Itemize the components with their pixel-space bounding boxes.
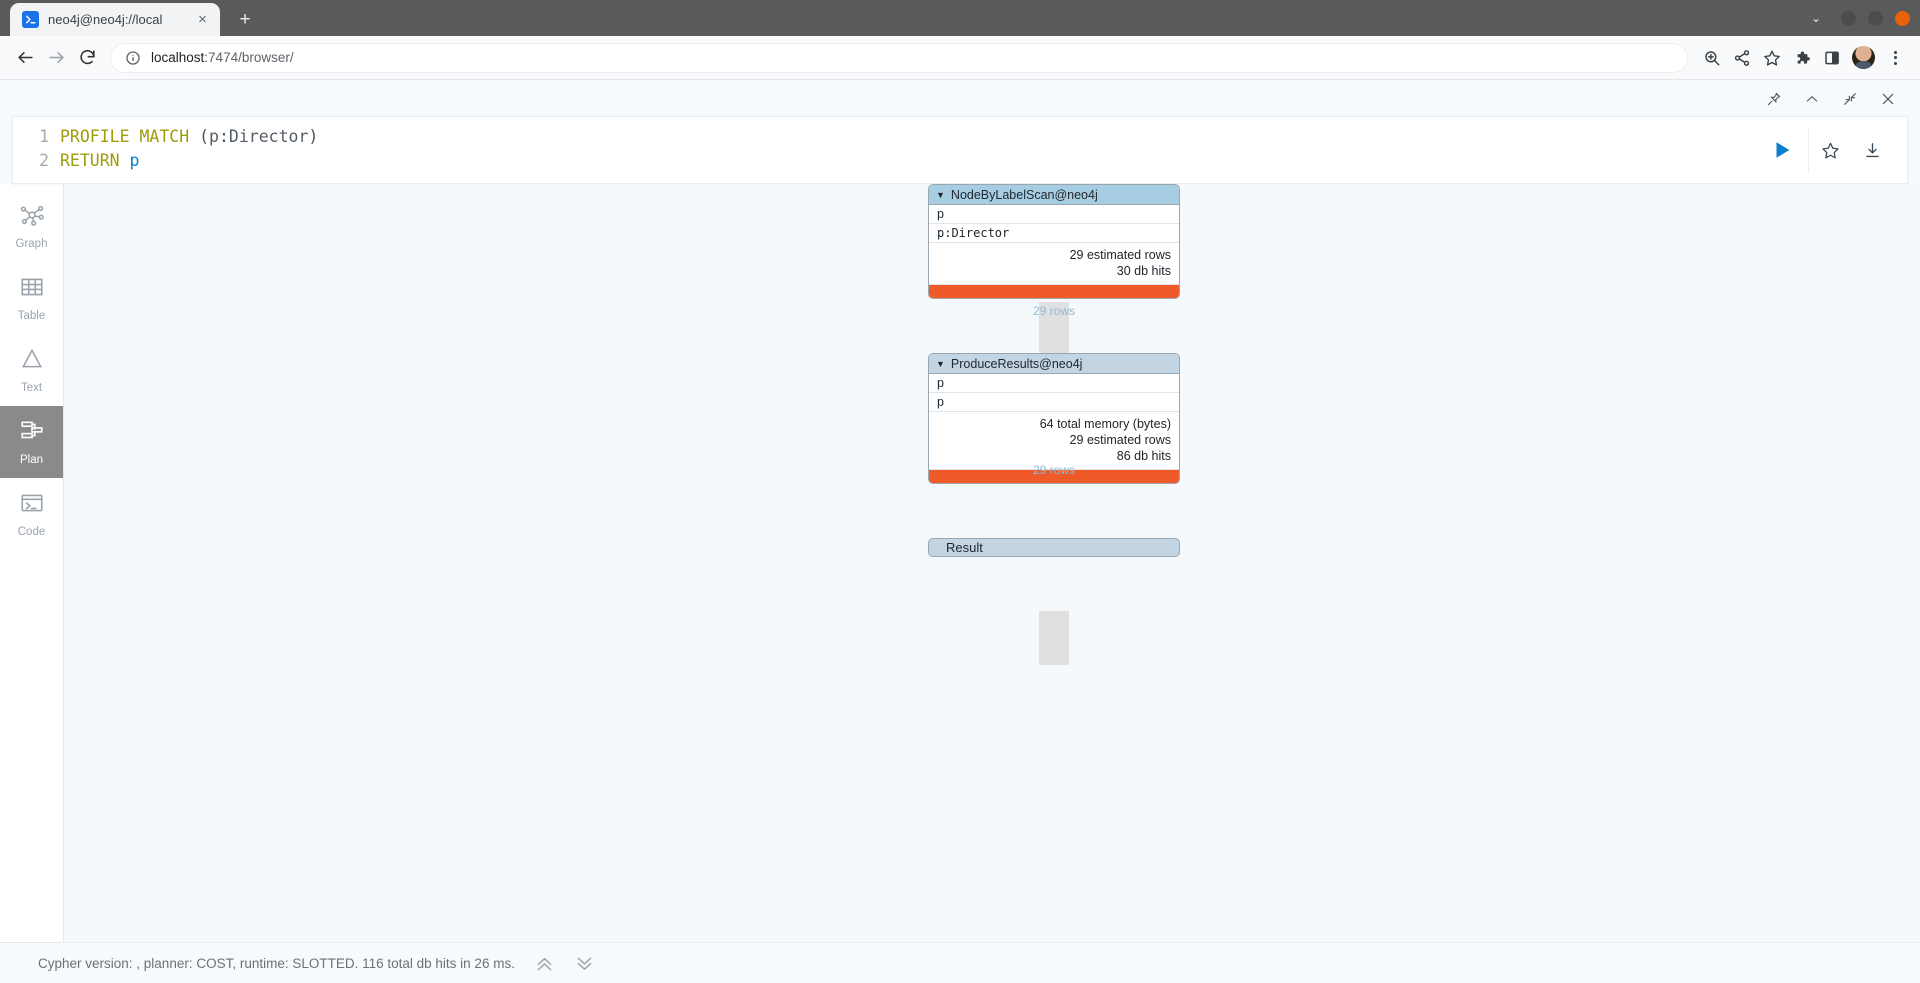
- plan-connector: [1039, 611, 1069, 665]
- query-plan: 29 rows ▼ NodeByLabelScan@neo4j p p:Dire…: [928, 184, 1180, 665]
- window-controls: ⌄: [1811, 0, 1910, 36]
- editor-topbar: [0, 88, 1920, 110]
- plan-stat: 29 estimated rows: [1069, 433, 1171, 447]
- site-info-icon[interactable]: [125, 50, 141, 66]
- tab-close-icon[interactable]: ×: [193, 10, 212, 29]
- plan-stat: 30 db hits: [1116, 264, 1171, 278]
- url-path: :7474/browser/: [204, 50, 294, 65]
- url-host: localhost: [151, 50, 205, 65]
- code-icon: [19, 490, 45, 521]
- plan-node-header[interactable]: ▼ NodeByLabelScan@neo4j: [929, 185, 1179, 205]
- status-bar: Cypher version: , planner: COST, runtime…: [0, 942, 1920, 983]
- pin-icon[interactable]: [1766, 91, 1782, 107]
- collapse-icon[interactable]: [1842, 91, 1858, 107]
- url-text: localhost:7474/browser/: [151, 50, 294, 65]
- sidebar-item-label: Plan: [19, 454, 44, 466]
- plan-node-title: ProduceResults@neo4j: [950, 356, 1083, 371]
- plan-result-node[interactable]: Result: [928, 538, 1180, 557]
- line-number: 1: [39, 127, 49, 146]
- plan-node-stats: 29 estimated rows 30 db hits: [929, 243, 1179, 285]
- line-content: PROFILE MATCH (p:Director): [60, 127, 319, 146]
- address-bar[interactable]: localhost:7474/browser/: [110, 42, 1688, 73]
- plan-stat: 86 db hits: [1116, 449, 1171, 463]
- maximize-button[interactable]: [1868, 10, 1883, 26]
- plan-stat: 29 estimated rows: [1069, 248, 1171, 262]
- chrome-menu-icon[interactable]: [1880, 43, 1910, 73]
- sidebar-item-label: Text: [20, 382, 43, 394]
- sidebar-item-label: Graph: [15, 238, 48, 250]
- plan-node[interactable]: ▼ NodeByLabelScan@neo4j p p:Director 29 …: [928, 184, 1180, 299]
- download-button[interactable]: [1851, 141, 1893, 160]
- sidebar-item-label: Table: [17, 310, 46, 322]
- plan-gap: [928, 484, 1180, 538]
- chevron-up-icon[interactable]: [1804, 91, 1820, 107]
- chevron-down-icon[interactable]: ⌄: [1811, 11, 1821, 25]
- line-content: RETURN p: [60, 151, 140, 170]
- extensions-puzzle-icon[interactable]: [1787, 43, 1817, 73]
- sidebar-item-code[interactable]: Code: [0, 478, 63, 550]
- graph-icon: [19, 202, 45, 233]
- view-switcher: Graph Table Text Plan Code: [0, 184, 64, 942]
- sidebar-panel-icon[interactable]: [1817, 43, 1847, 73]
- sidebar-item-plan[interactable]: Plan: [0, 406, 63, 478]
- new-tab-button[interactable]: +: [231, 5, 259, 33]
- share-icon[interactable]: [1727, 43, 1757, 73]
- close-icon[interactable]: [1880, 91, 1896, 107]
- plan-node-row: p: [929, 205, 1179, 224]
- plan-node-title: NodeByLabelScan@neo4j: [950, 187, 1098, 202]
- save-as-favorite-button[interactable]: [1809, 141, 1851, 160]
- plan-node-db-hits-bar: [929, 285, 1179, 298]
- plan-node-stats: 64 total memory (bytes) 29 estimated row…: [929, 412, 1179, 470]
- reload-icon[interactable]: [72, 42, 103, 73]
- sidebar-item-table[interactable]: Table: [0, 262, 63, 334]
- plan-stat: 64 total memory (bytes): [1039, 417, 1171, 431]
- terminal-icon: [22, 11, 39, 28]
- chevron-down-icon[interactable]: ▼: [936, 190, 945, 200]
- query-editor-area: 1 PROFILE MATCH (p:Director) 2 RETURN p: [0, 80, 1920, 184]
- plan-node-row: p: [929, 374, 1179, 393]
- chevrons-down-icon[interactable]: [574, 953, 595, 974]
- plan-icon: [19, 418, 45, 449]
- tab-strip: neo4j@neo4j://local × + ⌄: [0, 0, 1920, 36]
- bookmark-star-icon[interactable]: [1757, 43, 1787, 73]
- code-line: 1 PROFILE MATCH (p:Director): [13, 125, 1756, 149]
- code-line: 2 RETURN p: [13, 149, 1756, 173]
- browser-tab[interactable]: neo4j@neo4j://local ×: [10, 3, 220, 36]
- sidebar-item-label: Code: [17, 526, 46, 538]
- plan-node-row: p: [929, 393, 1179, 412]
- plan-summary-text: Cypher version: , planner: COST, runtime…: [38, 955, 515, 971]
- plan-node-row: p:Director: [929, 224, 1179, 243]
- chevron-down-icon[interactable]: ▼: [936, 359, 945, 369]
- forward-icon[interactable]: [41, 42, 72, 73]
- sidebar-item-graph[interactable]: Graph: [0, 190, 63, 262]
- line-number: 2: [39, 151, 49, 170]
- sidebar-item-text[interactable]: Text: [0, 334, 63, 406]
- cypher-code[interactable]: 1 PROFILE MATCH (p:Director) 2 RETURN p: [13, 117, 1756, 183]
- back-icon[interactable]: [10, 42, 41, 73]
- browser-window: neo4j@neo4j://local × + ⌄ localhost:7474…: [0, 0, 1920, 983]
- plan-node-header[interactable]: ▼ ProduceResults@neo4j: [929, 354, 1179, 374]
- navigation-bar: localhost:7474/browser/: [0, 36, 1920, 80]
- results-body: Graph Table Text Plan Code 29 rows ▼ Nod…: [0, 184, 1920, 942]
- close-window-button[interactable]: [1895, 10, 1910, 26]
- profile-avatar[interactable]: [1852, 46, 1875, 69]
- editor-actions: [1756, 117, 1907, 183]
- plan-edge-label: 29 rows: [1032, 304, 1076, 318]
- tab-title: neo4j@neo4j://local: [48, 12, 163, 27]
- run-query-button[interactable]: [1756, 139, 1808, 161]
- zoom-icon[interactable]: [1697, 43, 1727, 73]
- text-icon: [19, 346, 45, 377]
- chevrons-up-icon[interactable]: [534, 953, 555, 974]
- minimize-button[interactable]: [1841, 10, 1856, 26]
- table-icon: [19, 274, 45, 305]
- plan-result-label: Result: [946, 540, 983, 555]
- neo4j-browser-app: 1 PROFILE MATCH (p:Director) 2 RETURN p: [0, 80, 1920, 983]
- query-editor[interactable]: 1 PROFILE MATCH (p:Director) 2 RETURN p: [12, 116, 1908, 184]
- plan-edge-label: 29 rows: [1032, 463, 1076, 477]
- plan-canvas[interactable]: 29 rows ▼ NodeByLabelScan@neo4j p p:Dire…: [64, 184, 1920, 942]
